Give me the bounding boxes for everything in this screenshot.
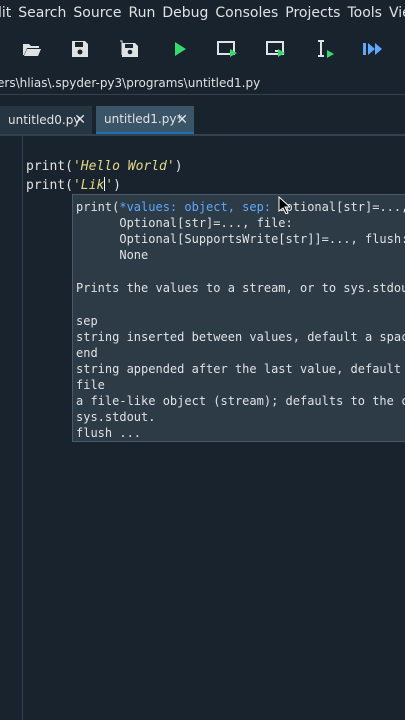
code-line-2: print('Lik') xyxy=(26,177,121,193)
code-paren: ) xyxy=(113,178,121,193)
menu-tools[interactable]: Tools xyxy=(344,5,385,21)
calltip-sig-rest: Optional[str]=..., xyxy=(278,200,405,214)
editor-tab-bar: untitled0.py ✕ untitled1.py* ✕ xyxy=(0,104,405,136)
debug-icon[interactable] xyxy=(361,38,385,60)
menu-edit[interactable]: dit xyxy=(0,5,14,21)
menu-view[interactable]: View xyxy=(386,5,405,21)
menu-projects[interactable]: Projects xyxy=(282,5,343,21)
close-icon[interactable]: ✕ xyxy=(74,112,86,128)
run-cell-advance-icon[interactable] xyxy=(265,38,289,60)
save-icon[interactable] xyxy=(68,38,92,60)
tab-untitled0[interactable]: untitled0.py ✕ xyxy=(0,106,92,134)
mouse-pointer-icon xyxy=(278,195,292,218)
calltip-sig-line: None xyxy=(76,248,149,262)
doc-param-file: file xyxy=(76,378,105,392)
calltip-summary: Prints the values to a stream, or to sys… xyxy=(76,281,405,295)
doc-param-desc: sys.stdout. xyxy=(76,410,156,424)
calltip-fn: print( xyxy=(76,200,120,214)
code-string: 'Hello World' xyxy=(72,159,175,174)
doc-param-sep: sep xyxy=(76,314,98,328)
tab-untitled1[interactable]: untitled1.py* ✕ xyxy=(96,106,194,134)
calltip-current-param: *values: object, sep: xyxy=(119,200,279,214)
tab-label: untitled1.py* xyxy=(104,112,183,126)
code-line-1: print('Hello World') xyxy=(26,159,183,174)
calltip-sig-line: Optional[SupportsWrite[str]]=..., flush: xyxy=(76,232,405,246)
tab-label: untitled0.py xyxy=(8,113,81,127)
save-all-icon[interactable] xyxy=(117,38,141,60)
doc-param-desc: string appended after the last value, de… xyxy=(76,362,402,376)
close-icon[interactable]: ✕ xyxy=(176,112,188,128)
run-selection-icon[interactable] xyxy=(313,38,337,60)
run-icon[interactable] xyxy=(168,38,192,60)
menu-debug[interactable]: Debug xyxy=(159,5,211,21)
calltip-popup: print(*values: object, sep: Optional[str… xyxy=(72,194,405,442)
doc-param-flush: flush ... xyxy=(76,426,142,440)
code-string: 'Lik xyxy=(72,178,105,193)
calltip-signature: print(*values: object, sep: Optional[str… xyxy=(76,199,405,215)
line-number-gutter xyxy=(0,136,23,720)
file-path: ers\hlias\.spyder-py3\programs\untitled1… xyxy=(0,76,261,90)
code-paren: ) xyxy=(174,159,183,174)
doc-param-end: end xyxy=(76,346,98,360)
menu-bar: dit Search Source Run Debug Consoles Pro… xyxy=(0,0,405,26)
menu-source[interactable]: Source xyxy=(70,5,124,21)
doc-param-desc: string inserted between values, default … xyxy=(76,330,405,344)
menu-consoles[interactable]: Consoles xyxy=(212,5,281,21)
toolbar xyxy=(0,30,405,68)
run-cell-icon[interactable] xyxy=(216,38,240,60)
calltip-sig-line: Optional[str]=..., file: xyxy=(76,216,293,230)
menu-search[interactable]: Search xyxy=(15,5,69,21)
code-string-quote: ' xyxy=(105,178,114,193)
doc-param-desc: a file-like object (stream); defaults to… xyxy=(76,394,405,408)
file-path-bar: ers\hlias\.spyder-py3\programs\untitled1… xyxy=(0,72,405,95)
code-fn: print( xyxy=(26,159,73,174)
code-fn: print( xyxy=(26,178,73,193)
open-file-icon[interactable] xyxy=(20,38,44,60)
menu-run[interactable]: Run xyxy=(125,5,158,21)
